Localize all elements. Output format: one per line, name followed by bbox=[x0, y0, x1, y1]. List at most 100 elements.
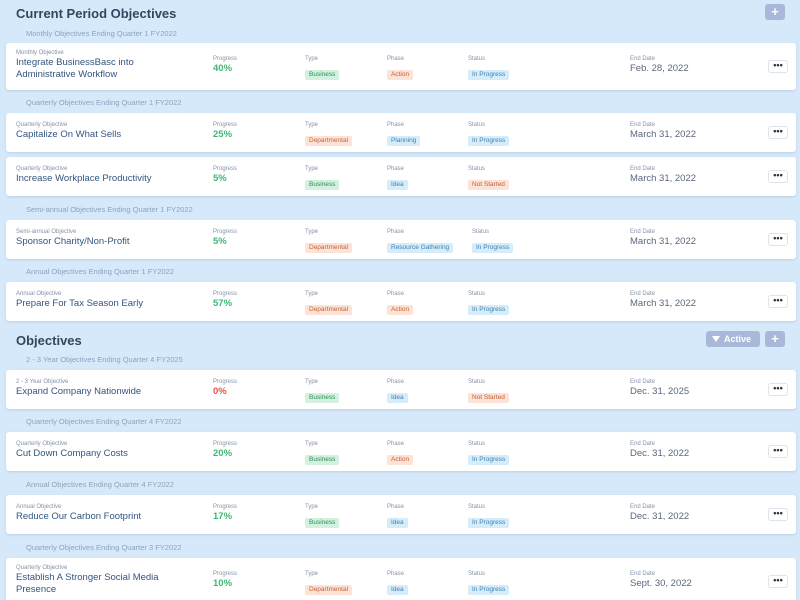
group-label: Annual Objectives Ending Quarter 1 FY202… bbox=[26, 267, 175, 276]
status-badge: In Progress bbox=[468, 305, 510, 315]
type-badge: Business bbox=[305, 455, 340, 465]
objective-card[interactable]: Quarterly Objective Increase Workplace P… bbox=[6, 157, 796, 196]
more-options-button[interactable]: ••• bbox=[768, 233, 788, 246]
end-date-value: Feb. 28, 2022 bbox=[630, 63, 689, 74]
more-options-button[interactable]: ••• bbox=[768, 295, 788, 308]
objective-title[interactable]: Capitalize On What Sells bbox=[16, 129, 176, 141]
active-filter-button[interactable]: Active bbox=[706, 331, 760, 347]
objective-card[interactable]: Quarterly Objective Cut Down Company Cos… bbox=[6, 432, 796, 471]
status-badge: In Progress bbox=[468, 70, 510, 80]
group-label: Quarterly Objectives Ending Quarter 3 FY… bbox=[26, 543, 182, 552]
status-label: Status bbox=[468, 441, 486, 447]
objective-title[interactable]: Reduce Our Carbon Footprint bbox=[16, 511, 176, 523]
progress-value: 5% bbox=[213, 173, 227, 184]
end-date-value: March 31, 2022 bbox=[630, 173, 697, 184]
objective-title[interactable]: Expand Company Nationwide bbox=[16, 386, 176, 398]
progress-label: Progress bbox=[213, 166, 238, 172]
end-date-label: End Date bbox=[630, 571, 656, 577]
objective-category: Annual Objective bbox=[16, 291, 62, 297]
status-badge: In Progress bbox=[468, 455, 510, 465]
objective-card[interactable]: Quarterly Objective Establish A Stronger… bbox=[6, 558, 796, 600]
status-label: Status bbox=[468, 379, 486, 385]
type-badge: Departmental bbox=[305, 136, 353, 146]
type-badge: Business bbox=[305, 393, 340, 403]
more-options-button[interactable]: ••• bbox=[768, 60, 788, 73]
more-options-button[interactable]: ••• bbox=[768, 575, 788, 588]
group-label: Quarterly Objectives Ending Quarter 4 FY… bbox=[26, 417, 182, 426]
end-date-label: End Date bbox=[630, 504, 656, 510]
group-label: Semi-annual Objectives Ending Quarter 1 … bbox=[26, 205, 193, 214]
objective-card[interactable]: Quarterly Objective Capitalize On What S… bbox=[6, 113, 796, 152]
status-badge: Not Started bbox=[468, 180, 509, 190]
status-badge: In Progress bbox=[468, 585, 510, 595]
phase-label: Phase bbox=[387, 571, 405, 577]
status-label: Status bbox=[468, 56, 486, 62]
progress-value: 25% bbox=[213, 129, 233, 140]
objective-title[interactable]: Sponsor Charity/Non-Profit bbox=[16, 236, 176, 248]
phase-label: Phase bbox=[387, 379, 405, 385]
end-date-label: End Date bbox=[630, 166, 656, 172]
objective-category: Quarterly Objective bbox=[16, 166, 68, 172]
phase-badge: Idea bbox=[387, 180, 408, 190]
status-label: Status bbox=[468, 571, 486, 577]
progress-value: 57% bbox=[213, 298, 233, 309]
progress-value: 10% bbox=[213, 578, 233, 589]
end-date-label: End Date bbox=[630, 291, 656, 297]
more-options-button[interactable]: ••• bbox=[768, 383, 788, 396]
more-options-button[interactable]: ••• bbox=[768, 445, 788, 458]
progress-label: Progress bbox=[213, 379, 238, 385]
phase-badge: Idea bbox=[387, 393, 408, 403]
objective-card[interactable]: 2 - 3 Year Objective Expand Company Nati… bbox=[6, 370, 796, 409]
status-label: Status bbox=[468, 291, 486, 297]
objective-title[interactable]: Cut Down Company Costs bbox=[16, 448, 176, 460]
objective-title[interactable]: Integrate BusinessBasc into Administrati… bbox=[16, 57, 176, 81]
end-date-label: End Date bbox=[630, 379, 656, 385]
objective-category: Quarterly Objective bbox=[16, 565, 68, 571]
add-current-objective-button[interactable]: + bbox=[765, 4, 785, 20]
objective-card[interactable]: Monthly Objective Integrate BusinessBasc… bbox=[6, 43, 796, 90]
objective-category: Semi-annual Objective bbox=[16, 229, 77, 235]
phase-badge: Action bbox=[387, 455, 414, 465]
progress-value: 40% bbox=[213, 63, 233, 74]
objective-category: Quarterly Objective bbox=[16, 441, 68, 447]
objectives-page: Current Period Objectives + Monthly Obje… bbox=[0, 0, 800, 600]
group-label: Quarterly Objectives Ending Quarter 1 FY… bbox=[26, 98, 182, 107]
phase-badge: Idea bbox=[387, 518, 408, 528]
progress-label: Progress bbox=[213, 122, 238, 128]
progress-value: 20% bbox=[213, 448, 233, 459]
phase-label: Phase bbox=[387, 504, 405, 510]
progress-value: 17% bbox=[213, 511, 233, 522]
end-date-label: End Date bbox=[630, 229, 656, 235]
objective-card[interactable]: Semi-annual Objective Sponsor Charity/No… bbox=[6, 220, 796, 259]
type-badge: Business bbox=[305, 70, 340, 80]
progress-label: Progress bbox=[213, 441, 238, 447]
type-label: Type bbox=[305, 166, 319, 172]
objective-category: Annual Objective bbox=[16, 504, 62, 510]
more-options-button[interactable]: ••• bbox=[768, 508, 788, 521]
end-date-value: March 31, 2022 bbox=[630, 298, 697, 309]
type-label: Type bbox=[305, 504, 319, 510]
status-badge: In Progress bbox=[468, 136, 510, 146]
more-options-button[interactable]: ••• bbox=[768, 126, 788, 139]
phase-label: Phase bbox=[387, 291, 405, 297]
phase-label: Phase bbox=[387, 166, 405, 172]
type-label: Type bbox=[305, 571, 319, 577]
progress-label: Progress bbox=[213, 229, 238, 235]
phase-badge: Idea bbox=[387, 585, 408, 595]
progress-label: Progress bbox=[213, 291, 238, 297]
objective-title[interactable]: Increase Workplace Productivity bbox=[16, 173, 176, 185]
add-objective-button[interactable]: + bbox=[765, 331, 785, 347]
objective-title[interactable]: Establish A Stronger Social Media Presen… bbox=[16, 572, 176, 596]
phase-badge: Action bbox=[387, 305, 414, 315]
objective-title[interactable]: Prepare For Tax Season Early bbox=[16, 298, 176, 310]
type-badge: Departmental bbox=[305, 243, 353, 253]
type-label: Type bbox=[305, 56, 319, 62]
status-badge: In Progress bbox=[468, 518, 510, 528]
current-period-header: Current Period Objectives + bbox=[0, 4, 800, 26]
phase-label: Phase bbox=[387, 56, 405, 62]
end-date-value: Dec. 31, 2022 bbox=[630, 448, 690, 459]
more-options-button[interactable]: ••• bbox=[768, 170, 788, 183]
objective-card[interactable]: Annual Objective Reduce Our Carbon Footp… bbox=[6, 495, 796, 534]
type-label: Type bbox=[305, 441, 319, 447]
objective-card[interactable]: Annual Objective Prepare For Tax Season … bbox=[6, 282, 796, 321]
